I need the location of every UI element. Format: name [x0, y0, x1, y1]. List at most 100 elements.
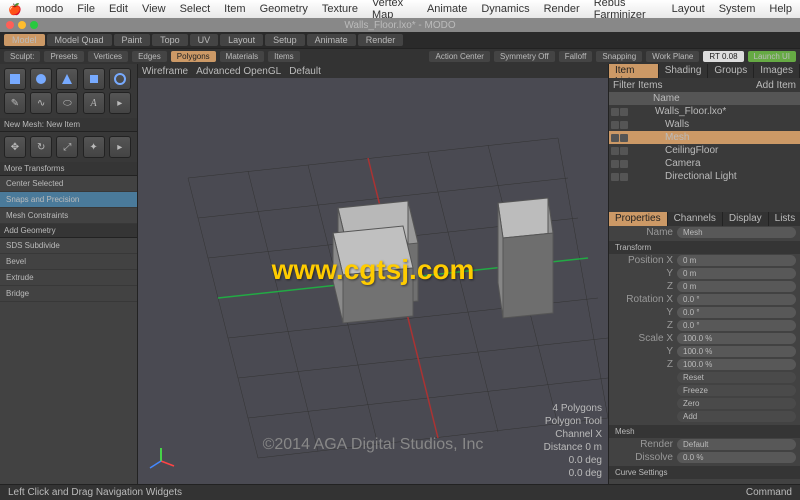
materials-mode[interactable]: Materials [220, 51, 264, 62]
zoom-icon[interactable] [30, 21, 38, 29]
axis-gizmo-icon[interactable] [146, 446, 176, 476]
reset-button[interactable]: Reset [677, 372, 796, 383]
scl-x-field[interactable]: 100.0 % [677, 333, 796, 344]
rot-z-field[interactable]: 0.0 ° [677, 320, 796, 331]
more-transform-tool[interactable]: ▸ [109, 136, 131, 158]
checkbox-icon[interactable] [620, 160, 628, 168]
move-tool[interactable]: ✥ [4, 136, 26, 158]
menu-animate[interactable]: Animate [427, 3, 467, 15]
menu-system[interactable]: System [719, 3, 756, 15]
vertices-mode[interactable]: Vertices [88, 51, 128, 62]
apple-icon[interactable]: 🍎 [8, 3, 22, 16]
checkbox-icon[interactable] [620, 121, 628, 129]
tab-lists[interactable]: Lists [769, 212, 800, 226]
tab-render[interactable]: Render [358, 34, 404, 46]
tab-modelquad[interactable]: Model Quad [47, 34, 112, 46]
tree-row-light[interactable]: Directional Light [609, 170, 800, 183]
filter-items[interactable]: Filter Items [613, 80, 662, 91]
eye-icon[interactable] [611, 108, 619, 116]
close-icon[interactable] [6, 21, 14, 29]
checkbox-icon[interactable] [620, 173, 628, 181]
menu-edit[interactable]: Edit [109, 3, 128, 15]
vp-advanced[interactable]: Advanced OpenGL [196, 66, 281, 77]
rotate-tool[interactable]: ↻ [30, 136, 52, 158]
menu-texture[interactable]: Texture [322, 3, 358, 15]
eye-icon[interactable] [611, 173, 619, 181]
torus-tool[interactable] [109, 68, 131, 90]
tab-setup[interactable]: Setup [265, 34, 305, 46]
text-tool[interactable]: A [83, 92, 105, 114]
vp-shading[interactable]: Wireframe [142, 66, 188, 77]
pos-y-field[interactable]: 0 m [677, 268, 796, 279]
zero-button[interactable]: Zero [677, 398, 796, 409]
menu-dynamics[interactable]: Dynamics [481, 3, 529, 15]
items-mode[interactable]: Items [268, 51, 300, 62]
rot-y-field[interactable]: 0.0 ° [677, 307, 796, 318]
menu-layout[interactable]: Layout [672, 3, 705, 15]
presets-button[interactable]: Presets [44, 51, 83, 62]
traffic-lights[interactable] [6, 21, 38, 29]
minimize-icon[interactable] [18, 21, 26, 29]
menu-render[interactable]: Render [544, 3, 580, 15]
polygons-mode[interactable]: Polygons [171, 51, 216, 62]
new-mesh-header[interactable]: New Mesh: New Item [0, 118, 137, 132]
pos-z-field[interactable]: 0 m [677, 281, 796, 292]
eye-icon[interactable] [611, 147, 619, 155]
menu-modo[interactable]: modo [36, 3, 64, 15]
snaps-precision[interactable]: Snaps and Precision [0, 192, 137, 208]
dissolve-field[interactable]: 0.0 % [677, 452, 796, 463]
tab-properties[interactable]: Properties [609, 212, 668, 226]
tab-channels[interactable]: Channels [668, 212, 723, 226]
tree-row-camera[interactable]: Camera [609, 157, 800, 170]
sds-subdivide[interactable]: SDS Subdivide [0, 238, 137, 254]
tab-topo[interactable]: Topo [152, 34, 188, 46]
3d-viewport[interactable]: Wireframe Advanced OpenGL Default [138, 64, 608, 484]
curve-tool[interactable]: ∿ [30, 92, 52, 114]
pen-tool[interactable]: ✎ [4, 92, 26, 114]
launch-ui-button[interactable]: Launch UI [748, 51, 796, 62]
tree-row-scene[interactable]: Walls_Floor.lxo* [609, 105, 800, 118]
scale-tool[interactable]: ⤢ [56, 136, 78, 158]
renderer-label[interactable]: RT 0.08 [703, 51, 743, 62]
bridge-tool[interactable]: Bridge [0, 286, 137, 302]
symmetry-toggle[interactable]: Symmetry Off [494, 51, 555, 62]
tab-groups[interactable]: Groups [708, 64, 754, 78]
checkbox-icon[interactable] [620, 134, 628, 142]
add-button[interactable]: Add [677, 411, 796, 422]
eye-icon[interactable] [611, 160, 619, 168]
mesh-constraints[interactable]: Mesh Constraints [0, 208, 137, 224]
checkbox-icon[interactable] [620, 147, 628, 155]
tree-row-mesh[interactable]: Mesh [609, 131, 800, 144]
menu-geometry[interactable]: Geometry [260, 3, 308, 15]
pos-x-field[interactable]: 0 m [677, 255, 796, 266]
tab-display[interactable]: Display [723, 212, 769, 226]
render-field[interactable]: Default [677, 439, 796, 450]
workplane-button[interactable]: Work Plane [646, 51, 699, 62]
sphere-tool[interactable] [30, 68, 52, 90]
falloff-button[interactable]: Falloff [559, 51, 593, 62]
action-center[interactable]: Action Center [429, 51, 489, 62]
mesh-header[interactable]: Mesh [609, 425, 800, 438]
curve-header[interactable]: Curve Settings [609, 466, 800, 479]
tab-shading[interactable]: Shading [659, 64, 709, 78]
extrude-tool[interactable]: Extrude [0, 270, 137, 286]
tab-paint[interactable]: Paint [114, 34, 151, 46]
name-field[interactable]: Mesh [677, 227, 796, 238]
more-tool[interactable]: ▸ [109, 92, 131, 114]
scl-y-field[interactable]: 100.0 % [677, 346, 796, 357]
edges-mode[interactable]: Edges [132, 51, 167, 62]
tab-uv[interactable]: UV [190, 34, 219, 46]
tube-tool[interactable]: ⬭ [56, 92, 78, 114]
tab-images[interactable]: Images [754, 64, 800, 78]
menu-view[interactable]: View [142, 3, 166, 15]
add-item-button[interactable]: Add Item [756, 80, 796, 91]
tab-layout[interactable]: Layout [220, 34, 263, 46]
cube-tool[interactable] [4, 68, 26, 90]
menu-file[interactable]: File [77, 3, 95, 15]
center-selected[interactable]: Center Selected [0, 176, 137, 192]
tree-row-walls[interactable]: Walls [609, 118, 800, 131]
menu-item[interactable]: Item [224, 3, 245, 15]
eye-icon[interactable] [611, 121, 619, 129]
tab-animate[interactable]: Animate [307, 34, 356, 46]
tab-model[interactable]: Model [4, 34, 45, 46]
